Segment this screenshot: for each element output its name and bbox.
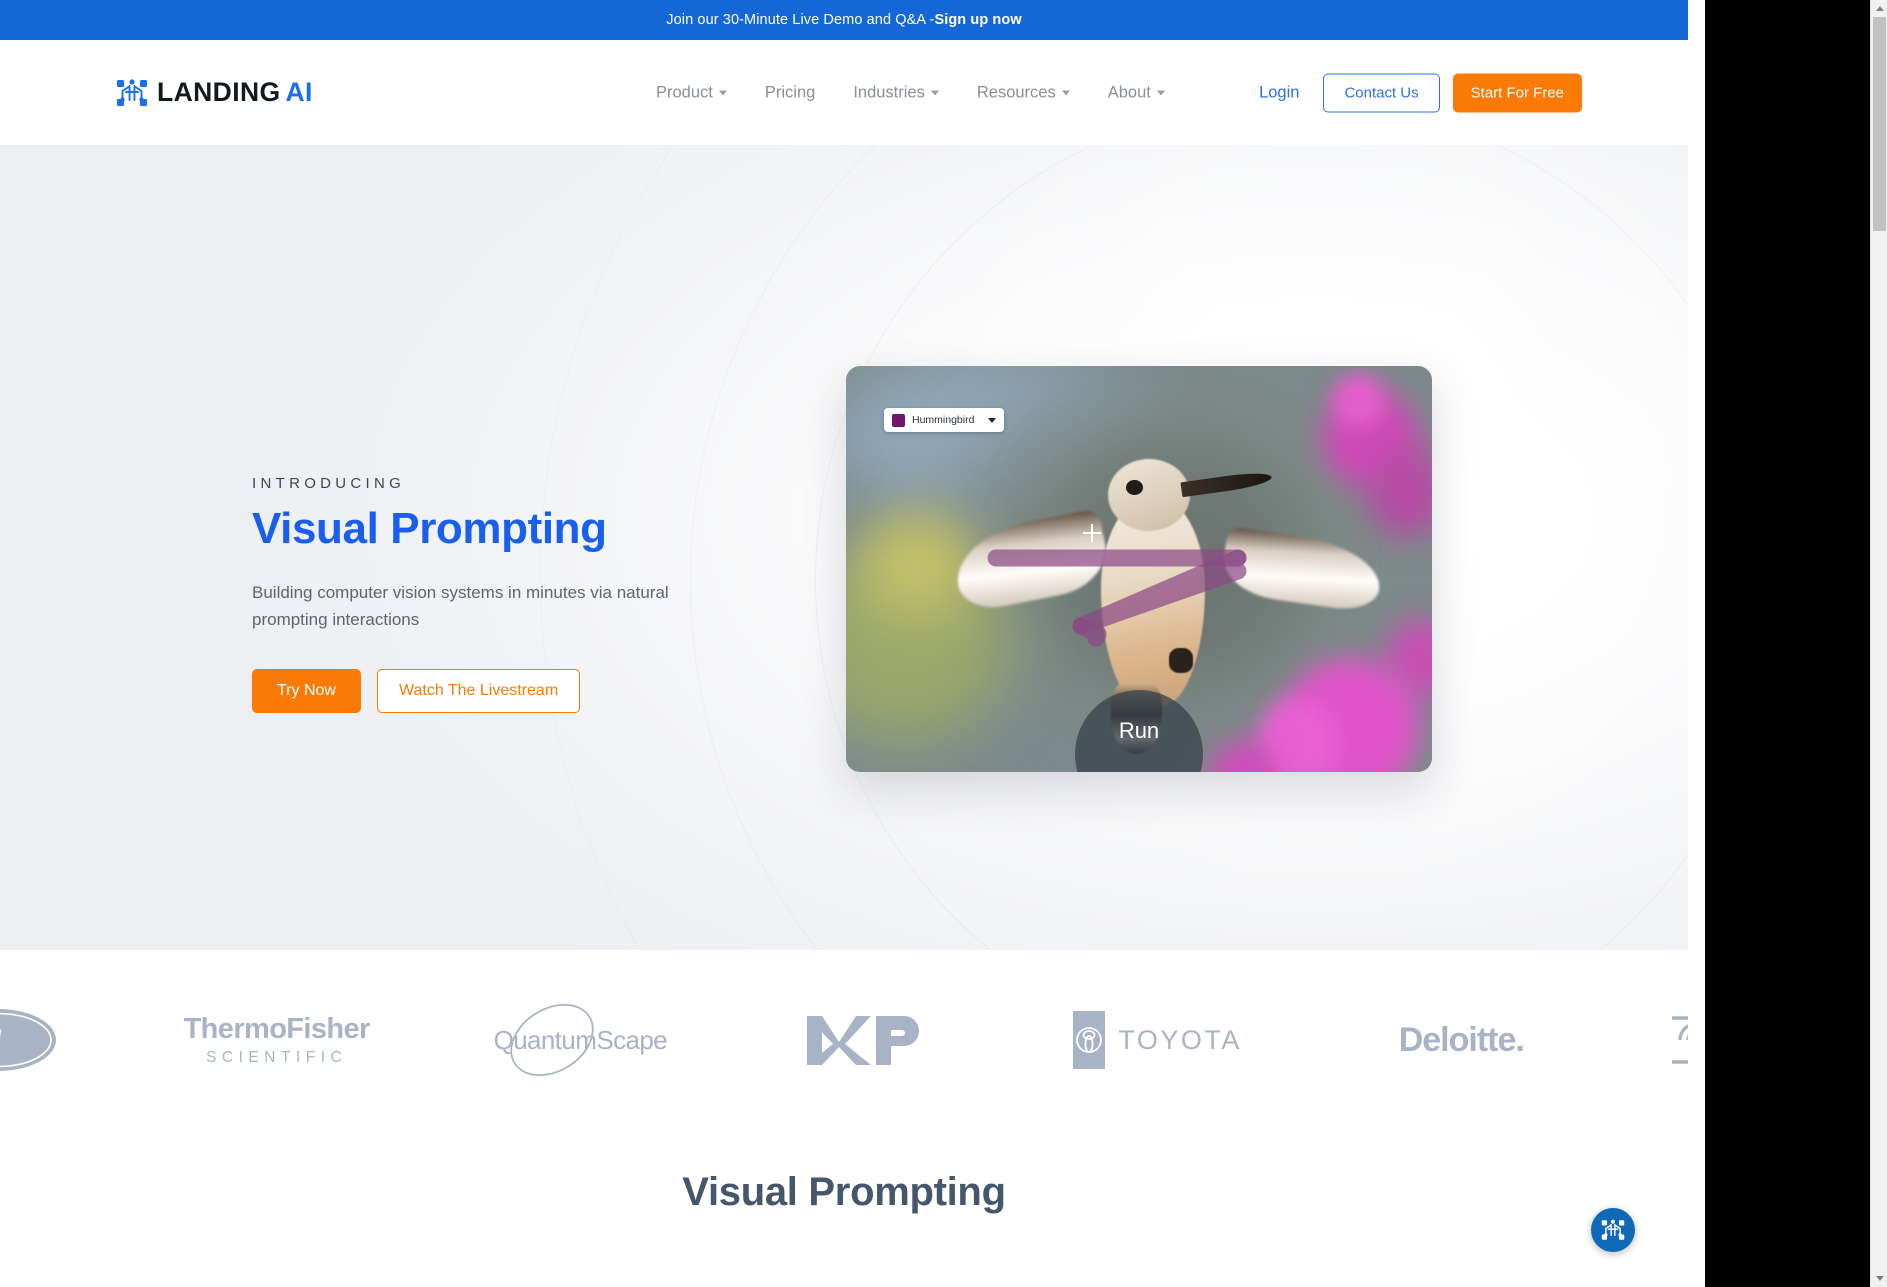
nav-label: Pricing: [764, 83, 816, 101]
hero-subhead: Building computer vision systems in minu…: [252, 583, 669, 629]
chevron-down-icon: [988, 417, 996, 423]
thermofisher-wordmark: ThermoFisher: [183, 1013, 371, 1045]
section-title: Visual Prompting: [682, 1170, 1006, 1214]
scrollbar-thumb[interactable]: [1873, 17, 1886, 231]
nav-item-industries[interactable]: Industries: [834, 83, 958, 102]
thermofisher-subtext: SCIENTIFIC: [206, 1049, 348, 1066]
crosshair-cursor-icon: [1083, 524, 1102, 543]
hero-copy: INTRODUCING Visual Prompting Building co…: [252, 475, 722, 713]
quantumscape-wordmark: QuantumScape: [493, 1024, 668, 1055]
quantumscape-logo: QuantumScape: [465, 1000, 695, 1080]
hero-headline: Visual Prompting: [252, 504, 607, 553]
customer-logo-strip: rd ThermoFisher SCIENTIFIC QuantumScape: [0, 950, 1688, 1130]
scrollbar-up-arrow[interactable]: [1871, 0, 1887, 17]
nav-item-pricing[interactable]: Pricing: [746, 83, 834, 102]
try-now-button[interactable]: Try Now: [252, 668, 361, 713]
announcement-bar[interactable]: Join our 30-Minute Live Demo and Q&A - S…: [0, 0, 1688, 40]
nav-label: About: [1107, 83, 1151, 101]
chevron-down-icon: [1061, 90, 1070, 95]
visual-prompting-demo-card[interactable]: Hummingbird Run: [846, 366, 1432, 772]
nav-label: Resources: [976, 83, 1056, 101]
nxp-logo: [769, 1011, 969, 1069]
class-selector-dropdown[interactable]: Hummingbird: [884, 408, 1004, 432]
thermofisher-logo: ThermoFisher SCIENTIFIC: [162, 1013, 392, 1067]
viewport-gutter: [1688, 0, 1705, 1287]
logo-word-landing: LANDING: [157, 77, 281, 107]
deloitte-logo: Deloitte.: [1346, 1021, 1576, 1060]
caret-down-icon: [1875, 1276, 1884, 1281]
page-scrollbar[interactable]: [1870, 0, 1887, 1287]
visual-prompting-section: Visual Prompting: [0, 1130, 1688, 1287]
toyota-wordmark: TOYOTA: [1118, 1024, 1242, 1055]
login-link[interactable]: Login: [1235, 83, 1323, 102]
caret-up-icon: [1875, 6, 1884, 11]
landing-ai-chat-widget[interactable]: [1591, 1208, 1635, 1252]
start-for-free-button[interactable]: Start For Free: [1452, 73, 1582, 112]
logo-wordmark: LANDING AI: [157, 77, 313, 108]
browser-viewport: Join our 30-Minute Live Demo and Q&A - S…: [0, 0, 1688, 1287]
chevron-down-icon: [718, 90, 727, 95]
landing-ai-circuit-icon: [1601, 1219, 1625, 1240]
hero-section: INTRODUCING Visual Prompting Building co…: [0, 145, 1688, 950]
announcement-link[interactable]: Sign up now: [934, 12, 1021, 28]
scrollbar-down-arrow[interactable]: [1871, 1270, 1887, 1287]
nav-label: Industries: [853, 83, 925, 101]
logo-word-ai: AI: [285, 77, 313, 107]
landing-ai-circuit-icon: [116, 77, 148, 109]
class-color-swatch: [892, 413, 905, 427]
partner-logo: [1650, 1008, 1688, 1072]
nav-item-about[interactable]: About: [1089, 83, 1184, 102]
chevron-down-icon: [1156, 90, 1165, 95]
hero-eyebrow: INTRODUCING: [252, 475, 406, 492]
contact-us-button[interactable]: Contact Us: [1323, 73, 1440, 112]
site-logo[interactable]: LANDING AI: [116, 77, 313, 109]
nav-item-resources[interactable]: Resources: [958, 83, 1089, 102]
main-navigation: Product Pricing Industries Resources Abo…: [637, 83, 1184, 102]
watch-livestream-button[interactable]: Watch The Livestream: [376, 668, 581, 713]
header-actions: Login Contact Us Start For Free: [1235, 73, 1582, 112]
nav-item-product[interactable]: Product: [637, 83, 746, 102]
announcement-text: Join our 30-Minute Live Demo and Q&A -: [666, 12, 935, 28]
toyota-logo: TOYOTA: [1043, 1011, 1273, 1069]
site-header: LANDING AI Product Pricing Industries Res…: [0, 40, 1688, 145]
ford-logo: rd: [0, 1005, 88, 1075]
deloitte-wordmark: Deloitte.: [1398, 1020, 1525, 1059]
class-label: Hummingbird: [912, 414, 975, 426]
chevron-down-icon: [930, 90, 939, 95]
hero-cta-group: Try Now Watch The Livestream: [252, 668, 722, 713]
screen-background: [1705, 0, 1887, 1287]
nav-label: Product: [656, 83, 713, 101]
